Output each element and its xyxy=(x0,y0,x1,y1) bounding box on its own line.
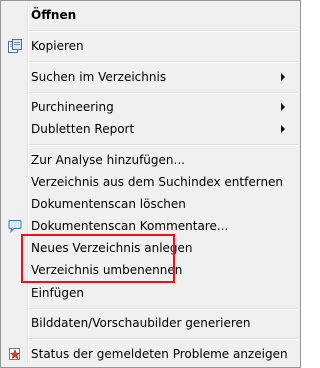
menu-item-delete-docscan-label: Dokumentenscan löschen xyxy=(31,197,186,211)
copy-icon xyxy=(7,38,23,54)
highlight-annotation-box xyxy=(21,234,175,283)
menu-item-copy-label: Kopieren xyxy=(31,39,84,53)
menu-item-generate-thumbnails[interactable]: Bilddaten/Vorschaubilder generieren xyxy=(3,312,298,334)
menu-item-copy[interactable]: Kopieren xyxy=(3,35,298,57)
menu-item-search-in-directory-label: Suchen im Verzeichnis xyxy=(31,70,167,84)
menu-item-remove-from-index[interactable]: Verzeichnis aus dem Suchindex entfernen xyxy=(3,171,298,193)
menu-item-duplicates-report[interactable]: Dubletten Report xyxy=(3,118,298,140)
menu-item-purchineering[interactable]: Purchineering xyxy=(3,96,298,118)
menu-separator xyxy=(29,308,298,310)
context-menu: Öffnen Kopieren Suchen im Verzeichnis Pu… xyxy=(0,0,301,368)
menu-separator xyxy=(29,61,298,63)
menu-item-duplicates-report-label: Dubletten Report xyxy=(31,122,135,136)
menu-separator xyxy=(29,30,298,32)
menu-item-show-problem-status-label: Status der gemeldeten Probleme anzeigen xyxy=(31,347,288,361)
menu-item-open-label: Öffnen xyxy=(31,8,77,22)
menu-item-paste[interactable]: Einfügen xyxy=(3,282,298,304)
menu-item-add-to-analysis[interactable]: Zur Analyse hinzufügen... xyxy=(3,149,298,171)
menu-item-purchineering-label: Purchineering xyxy=(31,100,114,114)
menu-item-open[interactable]: Öffnen xyxy=(3,4,298,26)
status-star-icon xyxy=(7,346,23,362)
menu-item-show-problem-status[interactable]: Status der gemeldeten Probleme anzeigen xyxy=(3,343,298,365)
menu-separator xyxy=(29,338,298,340)
menu-item-add-to-analysis-label: Zur Analyse hinzufügen... xyxy=(31,153,185,167)
menu-item-remove-from-index-label: Verzeichnis aus dem Suchindex entfernen xyxy=(31,175,284,189)
comment-icon xyxy=(7,218,23,234)
chevron-right-icon xyxy=(281,103,285,111)
chevron-right-icon xyxy=(281,125,285,133)
menu-item-delete-docscan[interactable]: Dokumentenscan löschen xyxy=(3,193,298,215)
menu-item-search-in-directory[interactable]: Suchen im Verzeichnis xyxy=(3,66,298,88)
menu-separator xyxy=(29,92,298,94)
menu-item-generate-thumbnails-label: Bilddaten/Vorschaubilder generieren xyxy=(31,316,251,330)
menu-separator xyxy=(29,144,298,146)
chevron-right-icon xyxy=(281,73,285,81)
menu-item-paste-label: Einfügen xyxy=(31,286,84,300)
